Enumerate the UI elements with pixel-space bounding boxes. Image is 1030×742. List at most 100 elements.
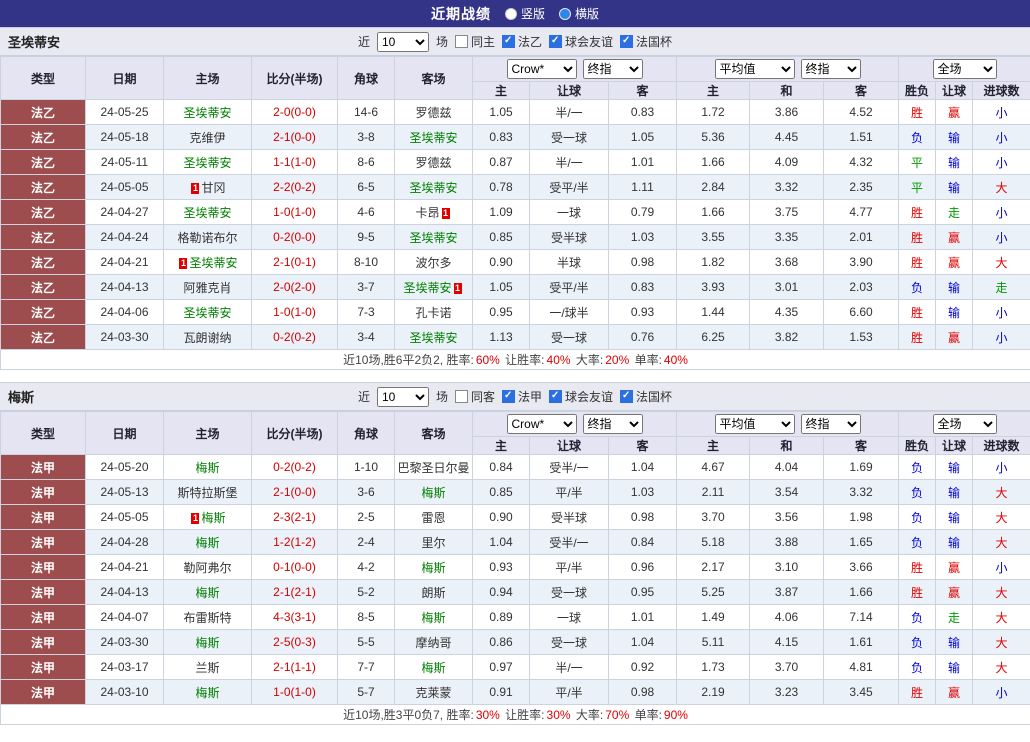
odds-company-select[interactable]: Crow* bbox=[507, 414, 577, 434]
team-link[interactable]: 罗德兹 bbox=[415, 156, 451, 170]
goals-result-cell: 大 bbox=[973, 530, 1030, 555]
team-link[interactable]: 罗德兹 bbox=[415, 106, 451, 120]
team-link[interactable]: 克维伊 bbox=[189, 131, 225, 145]
team-link[interactable]: 圣埃蒂安 bbox=[183, 106, 231, 120]
avg-odds-select[interactable]: 平均值 bbox=[715, 414, 795, 434]
match-scope-select[interactable]: 全场 bbox=[933, 414, 997, 434]
team-link[interactable]: 梅斯 bbox=[195, 536, 219, 550]
filter-checkbox-input[interactable] bbox=[502, 35, 515, 48]
team-link[interactable]: 斯特拉斯堡 bbox=[177, 486, 237, 500]
team-link[interactable]: 雷恩 bbox=[421, 511, 445, 525]
filter-checkbox[interactable]: 同客 bbox=[455, 388, 495, 405]
team-link[interactable]: 梅斯 bbox=[421, 561, 445, 575]
goals-result-cell: 大 bbox=[973, 630, 1030, 655]
team-link[interactable]: 梅斯 bbox=[195, 636, 219, 650]
team-link[interactable]: 格勒诺布尔 bbox=[177, 231, 237, 245]
goals-result-cell: 小 bbox=[973, 125, 1030, 150]
result-cell: 负 bbox=[899, 480, 936, 505]
filter-checkbox[interactable]: 法甲 bbox=[502, 388, 542, 405]
goals-result-cell: 大 bbox=[973, 655, 1030, 680]
team-link[interactable]: 圣埃蒂安 bbox=[183, 306, 231, 320]
avg-away-cell: 3.45 bbox=[824, 680, 899, 705]
handicap-result-cell: 输 bbox=[936, 530, 973, 555]
results-table: 类型日期主场比分(半场)角球客场Crow*终指平均值终指全场主让球客主和客胜负让… bbox=[0, 56, 1030, 370]
team-link[interactable]: 摩纳哥 bbox=[415, 636, 451, 650]
filter-checkbox[interactable]: 法国杯 bbox=[620, 33, 672, 50]
filter-checkbox-input[interactable] bbox=[549, 35, 562, 48]
team-link[interactable]: 梅斯 bbox=[195, 686, 219, 700]
team-link[interactable]: 圣埃蒂安 bbox=[189, 256, 237, 270]
team-link[interactable]: 圣埃蒂安 bbox=[409, 231, 457, 245]
filter-checkbox[interactable]: 同主 bbox=[455, 33, 495, 50]
team-link[interactable]: 圣埃蒂安 bbox=[409, 331, 457, 345]
team-link[interactable]: 梅斯 bbox=[195, 586, 219, 600]
match-scope-select[interactable]: 全场 bbox=[933, 59, 997, 79]
team-link[interactable]: 勒阿弗尔 bbox=[183, 561, 231, 575]
team-link[interactable]: 布雷斯特 bbox=[183, 611, 231, 625]
result-cell: 胜 bbox=[899, 250, 936, 275]
odds-group-header: 平均值终指 bbox=[677, 412, 899, 437]
away-odds-cell: 0.98 bbox=[609, 680, 677, 705]
home-odds-cell: 1.09 bbox=[473, 200, 530, 225]
filter-checkbox[interactable]: 球会友谊 bbox=[549, 33, 613, 50]
odds-company-select[interactable]: Crow* bbox=[507, 59, 577, 79]
avg-draw-cell: 3.82 bbox=[750, 325, 824, 350]
filter-checkbox-input[interactable] bbox=[620, 390, 633, 403]
team-link[interactable]: 圣埃蒂安 bbox=[409, 181, 457, 195]
avg-period-select[interactable]: 终指 bbox=[801, 414, 861, 434]
team-link[interactable]: 巴黎圣日尔曼 bbox=[397, 461, 469, 475]
avg-away-cell: 2.01 bbox=[824, 225, 899, 250]
team-link[interactable]: 甘冈 bbox=[201, 181, 225, 195]
result-cell: 负 bbox=[899, 655, 936, 680]
filter-checkbox-input[interactable] bbox=[502, 390, 515, 403]
table-body: 法乙24-05-25圣埃蒂安2-0(0-0)14-6罗德兹1.05半/一0.83… bbox=[1, 100, 1030, 370]
team-link[interactable]: 里尔 bbox=[421, 536, 445, 550]
filter-checkbox-input[interactable] bbox=[620, 35, 633, 48]
goals-result-cell: 大 bbox=[973, 505, 1030, 530]
odds-period-select[interactable]: 终指 bbox=[583, 414, 643, 434]
corners-cell: 1-10 bbox=[338, 455, 395, 480]
odds-period-select[interactable]: 终指 bbox=[583, 59, 643, 79]
team-link[interactable]: 波尔多 bbox=[415, 256, 451, 270]
team-link[interactable]: 圣埃蒂安 bbox=[409, 131, 457, 145]
team-link[interactable]: 圣埃蒂安 bbox=[183, 206, 231, 220]
layout-option-horizontal[interactable]: 横版 bbox=[559, 5, 599, 22]
recent-count-select[interactable]: 10 bbox=[377, 387, 429, 407]
filter-checkbox-input[interactable] bbox=[455, 390, 468, 403]
result-cell: 胜 bbox=[899, 555, 936, 580]
horizontal-layout-radio[interactable] bbox=[559, 8, 571, 20]
home-odds-cell: 0.91 bbox=[473, 680, 530, 705]
away-odds-cell: 1.03 bbox=[609, 480, 677, 505]
recent-count-select[interactable]: 10 bbox=[377, 32, 429, 52]
avg-odds-select[interactable]: 平均值 bbox=[715, 59, 795, 79]
team-link[interactable]: 阿雅克肖 bbox=[183, 281, 231, 295]
team-link[interactable]: 梅斯 bbox=[421, 661, 445, 675]
layout-option-vertical[interactable]: 竖版 bbox=[505, 5, 545, 22]
team-link[interactable]: 朗斯 bbox=[421, 586, 445, 600]
team-link[interactable]: 孔卡诺 bbox=[415, 306, 451, 320]
filter-checkbox[interactable]: 法国杯 bbox=[620, 388, 672, 405]
filter-checkbox[interactable]: 球会友谊 bbox=[549, 388, 613, 405]
team-link[interactable]: 梅斯 bbox=[195, 461, 219, 475]
corners-cell: 6-5 bbox=[338, 175, 395, 200]
team-link[interactable]: 瓦朗谢纳 bbox=[183, 331, 231, 345]
team-link[interactable]: 卡昂 bbox=[415, 206, 439, 220]
team-link[interactable]: 圣埃蒂安 bbox=[183, 156, 231, 170]
home-odds-cell: 0.94 bbox=[473, 580, 530, 605]
team-link[interactable]: 梅斯 bbox=[421, 486, 445, 500]
filter-checkbox-input[interactable] bbox=[455, 35, 468, 48]
home-team-cell: 格勒诺布尔 bbox=[164, 225, 252, 250]
avg-period-select[interactable]: 终指 bbox=[801, 59, 861, 79]
vertical-layout-radio[interactable] bbox=[505, 8, 517, 20]
filter-checkbox[interactable]: 法乙 bbox=[502, 33, 542, 50]
team-link[interactable]: 克莱蒙 bbox=[415, 686, 451, 700]
match-row: 法甲24-04-21勒阿弗尔0-1(0-0)4-2梅斯0.93平/半0.962.… bbox=[1, 555, 1030, 580]
handicap-cell: 受半球 bbox=[530, 225, 609, 250]
avg-away-cell: 1.98 bbox=[824, 505, 899, 530]
team-link[interactable]: 兰斯 bbox=[195, 661, 219, 675]
team-link[interactable]: 梅斯 bbox=[421, 611, 445, 625]
team-link[interactable]: 圣埃蒂安 bbox=[403, 281, 451, 295]
goals-result-cell: 小 bbox=[973, 225, 1030, 250]
filter-checkbox-input[interactable] bbox=[549, 390, 562, 403]
team-link[interactable]: 梅斯 bbox=[201, 511, 225, 525]
